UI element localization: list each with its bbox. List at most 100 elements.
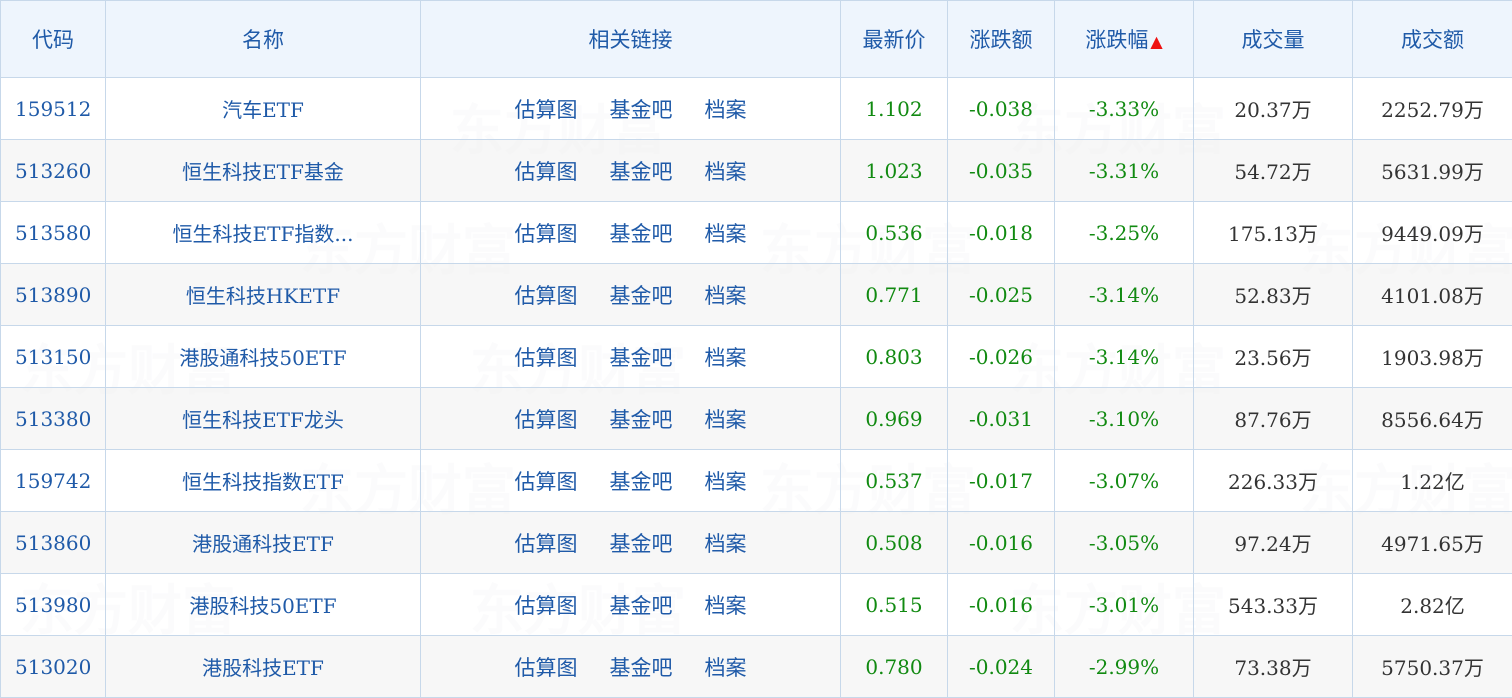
trade-turnover: 8556.64万	[1353, 388, 1512, 450]
table-row: 513890恒生科技HKETF估算图基金吧档案0.771-0.025-3.14%…	[1, 264, 1512, 326]
price-change: -0.018	[948, 202, 1055, 264]
fund-forum-link[interactable]: 基金吧	[610, 470, 673, 494]
price-change-percent: -2.99%	[1055, 636, 1194, 698]
fund-code-link[interactable]: 513260	[1, 140, 106, 202]
price-change: -0.017	[948, 450, 1055, 512]
table-row: 513980港股科技50ETF估算图基金吧档案0.515-0.016-3.01%…	[1, 574, 1512, 636]
estimate-chart-link[interactable]: 估算图	[515, 98, 578, 122]
header-change-pct[interactable]: 涨跌幅▲	[1055, 1, 1194, 78]
fund-code-link[interactable]: 513980	[1, 574, 106, 636]
fund-forum-link[interactable]: 基金吧	[610, 160, 673, 184]
estimate-chart-link[interactable]: 估算图	[515, 284, 578, 308]
latest-price: 1.023	[841, 140, 948, 202]
table-row: 513380恒生科技ETF龙头估算图基金吧档案0.969-0.031-3.10%…	[1, 388, 1512, 450]
fund-code-link[interactable]: 159512	[1, 78, 106, 140]
related-links-cell: 估算图 基金吧 档案	[421, 140, 841, 202]
latest-price: 0.537	[841, 450, 948, 512]
estimate-chart-link[interactable]: 估算图	[515, 656, 578, 680]
fund-forum-link[interactable]: 基金吧	[610, 594, 673, 618]
estimate-chart-link[interactable]: 估算图	[515, 346, 578, 370]
price-change: -0.016	[948, 574, 1055, 636]
fund-name-link[interactable]: 恒生科技ETF基金	[106, 140, 421, 202]
fund-forum-link[interactable]: 基金吧	[610, 532, 673, 556]
price-change-percent: -3.31%	[1055, 140, 1194, 202]
price-change-percent: -3.25%	[1055, 202, 1194, 264]
latest-price: 1.102	[841, 78, 948, 140]
header-turnover[interactable]: 成交额	[1353, 1, 1512, 78]
latest-price: 0.771	[841, 264, 948, 326]
related-links-cell: 估算图 基金吧 档案	[421, 450, 841, 512]
price-change: -0.031	[948, 388, 1055, 450]
header-volume[interactable]: 成交量	[1194, 1, 1353, 78]
fund-code-link[interactable]: 513380	[1, 388, 106, 450]
fund-name-link[interactable]: 恒生科技HKETF	[106, 264, 421, 326]
estimate-chart-link[interactable]: 估算图	[515, 160, 578, 184]
latest-price: 0.969	[841, 388, 948, 450]
trade-turnover: 4101.08万	[1353, 264, 1512, 326]
fund-profile-link[interactable]: 档案	[705, 470, 747, 494]
fund-profile-link[interactable]: 档案	[705, 594, 747, 618]
fund-profile-link[interactable]: 档案	[705, 160, 747, 184]
fund-name-link[interactable]: 恒生科技ETF指数...	[106, 202, 421, 264]
fund-forum-link[interactable]: 基金吧	[610, 284, 673, 308]
fund-code-link[interactable]: 159742	[1, 450, 106, 512]
latest-price: 0.780	[841, 636, 948, 698]
table-row: 513860港股通科技ETF估算图基金吧档案0.508-0.016-3.05%9…	[1, 512, 1512, 574]
fund-profile-link[interactable]: 档案	[705, 656, 747, 680]
fund-code-link[interactable]: 513020	[1, 636, 106, 698]
table-row: 513260恒生科技ETF基金 估算图 基金吧 档案 1.023-0.035-3.31%…	[1, 140, 1512, 202]
latest-price: 0.803	[841, 326, 948, 388]
fund-forum-link[interactable]: 基金吧	[610, 346, 673, 370]
estimate-chart-link[interactable]: 估算图	[515, 532, 578, 556]
fund-name-link[interactable]: 汽车ETF	[106, 78, 421, 140]
trade-turnover: 2252.79万	[1353, 78, 1512, 140]
estimate-chart-link[interactable]: 估算图	[515, 408, 578, 432]
price-change: -0.038	[948, 78, 1055, 140]
related-links-cell: 估算图 基金吧 档案	[421, 202, 841, 264]
fund-forum-link[interactable]: 基金吧	[610, 98, 673, 122]
fund-forum-link[interactable]: 基金吧	[610, 222, 673, 246]
price-change-percent: -3.01%	[1055, 574, 1194, 636]
fund-name-link[interactable]: 恒生科技指数ETF	[106, 450, 421, 512]
table-header-row: 代码 名称 相关链接 最新价 涨跌额 涨跌幅▲ 成交量 成交额	[1, 1, 1512, 78]
table-row: 159742恒生科技指数ETF估算图基金吧档案0.537-0.017-3.07%…	[1, 450, 1512, 512]
price-change-percent: -3.05%	[1055, 512, 1194, 574]
price-change-percent: -3.33%	[1055, 78, 1194, 140]
header-name[interactable]: 名称	[106, 1, 421, 78]
fund-name-link[interactable]: 港股科技ETF	[106, 636, 421, 698]
price-change: -0.025	[948, 264, 1055, 326]
fund-profile-link[interactable]: 档案	[705, 346, 747, 370]
fund-name-link[interactable]: 港股通科技ETF	[106, 512, 421, 574]
estimate-chart-link[interactable]: 估算图	[515, 470, 578, 494]
trade-volume: 543.33万	[1194, 574, 1353, 636]
fund-forum-link[interactable]: 基金吧	[610, 408, 673, 432]
table-row: 513580恒生科技ETF指数... 估算图 基金吧 档案 0.536-0.018-3.…	[1, 202, 1512, 264]
latest-price: 0.508	[841, 512, 948, 574]
fund-code-link[interactable]: 513890	[1, 264, 106, 326]
trade-volume: 52.83万	[1194, 264, 1353, 326]
fund-name-link[interactable]: 港股通科技50ETF	[106, 326, 421, 388]
table-row: 159512汽车ETF估算图基金吧档案1.102-0.038-3.33%20.3…	[1, 78, 1512, 140]
fund-profile-link[interactable]: 档案	[705, 98, 747, 122]
fund-code-link[interactable]: 513860	[1, 512, 106, 574]
related-links-cell: 估算图 基金吧 档案	[421, 388, 841, 450]
related-links-cell: 估算图 基金吧 档案	[421, 574, 841, 636]
table-row: 513020港股科技ETF估算图基金吧档案0.780-0.024-2.99%73…	[1, 636, 1512, 698]
estimate-chart-link[interactable]: 估算图	[515, 222, 578, 246]
fund-profile-link[interactable]: 档案	[705, 532, 747, 556]
latest-price: 0.536	[841, 202, 948, 264]
fund-name-link[interactable]: 恒生科技ETF龙头	[106, 388, 421, 450]
fund-profile-link[interactable]: 档案	[705, 408, 747, 432]
price-change: -0.035	[948, 140, 1055, 202]
fund-forum-link[interactable]: 基金吧	[610, 656, 673, 680]
fund-code-link[interactable]: 513580	[1, 202, 106, 264]
fund-profile-link[interactable]: 档案	[705, 222, 747, 246]
fund-name-link[interactable]: 港股科技50ETF	[106, 574, 421, 636]
trade-volume: 54.72万	[1194, 140, 1353, 202]
fund-code-link[interactable]: 513150	[1, 326, 106, 388]
fund-profile-link[interactable]: 档案	[705, 284, 747, 308]
header-code[interactable]: 代码	[1, 1, 106, 78]
header-price[interactable]: 最新价	[841, 1, 948, 78]
estimate-chart-link[interactable]: 估算图	[515, 594, 578, 618]
header-change[interactable]: 涨跌额	[948, 1, 1055, 78]
